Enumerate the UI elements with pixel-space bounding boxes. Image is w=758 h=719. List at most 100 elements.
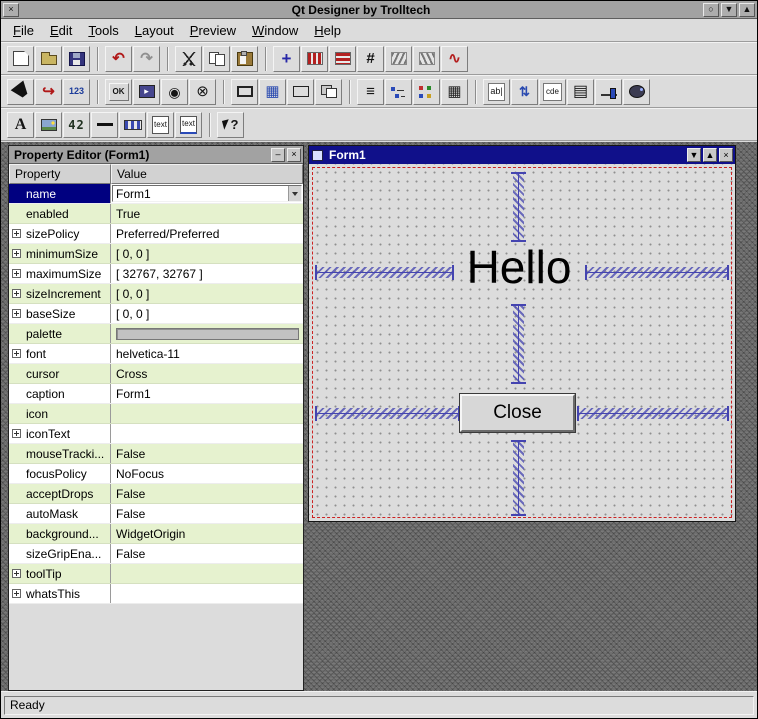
hello-label[interactable]: Hello [449, 242, 589, 293]
property-name-cell[interactable]: mouseTracki... [9, 444, 111, 463]
property-value-cell[interactable]: True [111, 204, 303, 223]
lcd-number-tool[interactable]: 42 [63, 112, 90, 138]
property-value-cell[interactable]: [ 0, 0 ] [111, 284, 303, 303]
expand-toggle-icon[interactable] [12, 229, 21, 238]
undo-button[interactable]: ↶ [105, 46, 132, 72]
spin-box-tool[interactable]: ⇅ [511, 79, 538, 105]
property-value-cell[interactable]: [ 0, 0 ] [111, 244, 303, 263]
vertical-spacer-top[interactable] [513, 172, 524, 242]
property-value-cell[interactable]: False [111, 544, 303, 563]
property-value-cell[interactable]: Preferred/Preferred [111, 224, 303, 243]
property-name-cell[interactable]: sizeGripEna... [9, 544, 111, 563]
property-name-cell[interactable]: maximumSize [9, 264, 111, 283]
property-value-cell[interactable]: Cross [111, 364, 303, 383]
vertical-spacer-middle[interactable] [513, 304, 524, 384]
property-editor-titlebar[interactable]: Property Editor (Form1) – × [9, 146, 303, 164]
form-canvas[interactable]: Hello Close [309, 164, 735, 521]
property-value-cell[interactable]: Form1 [111, 384, 303, 403]
form1-close-icon[interactable]: × [719, 148, 733, 162]
expand-toggle-icon[interactable] [12, 569, 21, 578]
property-row[interactable]: font helvetica-11 [9, 344, 303, 364]
progress-bar-tool[interactable] [119, 112, 146, 138]
radio-button-tool[interactable]: ◉ [161, 79, 188, 105]
property-row[interactable]: sizeGripEna... False [9, 544, 303, 564]
push-button-tool[interactable]: OK [105, 79, 132, 105]
property-value-cell[interactable]: [ 0, 0 ] [111, 304, 303, 323]
window-close-icon[interactable]: × [3, 3, 19, 17]
property-row[interactable]: name Form1 [9, 184, 303, 204]
pixmap-label-tool[interactable] [35, 112, 62, 138]
icon-view-tool[interactable] [413, 79, 440, 105]
property-row[interactable]: whatsThis [9, 584, 303, 604]
text-browser-tool[interactable]: text [175, 112, 202, 138]
menu-edit[interactable]: Edit [42, 20, 80, 41]
form1-titlebar[interactable]: Form1 ▼ ▲ × [309, 146, 735, 164]
property-row[interactable]: toolTip [9, 564, 303, 584]
copy-button[interactable] [203, 46, 230, 72]
slider-tool[interactable] [595, 79, 622, 105]
menu-tools[interactable]: Tools [80, 20, 126, 41]
menu-preview[interactable]: Preview [182, 20, 244, 41]
property-name-cell[interactable]: icon [9, 404, 111, 423]
cut-button[interactable] [175, 46, 202, 72]
layout-grid-button[interactable]: # [357, 46, 384, 72]
property-row[interactable]: enabled True [9, 204, 303, 224]
column-header-value[interactable]: Value [111, 164, 303, 184]
property-name-cell[interactable]: baseSize [9, 304, 111, 323]
pointer-button[interactable] [7, 79, 34, 105]
property-name-cell[interactable]: minimumSize [9, 244, 111, 263]
layout-split-vertical-button[interactable] [413, 46, 440, 72]
property-row[interactable]: baseSize [ 0, 0 ] [9, 304, 303, 324]
text-edit-tool[interactable]: ▤ [567, 79, 594, 105]
whats-this-button[interactable]: ? [217, 112, 244, 138]
property-name-cell[interactable]: caption [9, 384, 111, 403]
tool-button-tool[interactable]: ▸ [133, 79, 160, 105]
property-value-cell[interactable] [111, 404, 303, 423]
property-value-cell[interactable]: helvetica-11 [111, 344, 303, 363]
property-value-cell[interactable]: False [111, 484, 303, 503]
table-tool[interactable]: ▦ [441, 79, 468, 105]
expand-toggle-icon[interactable] [12, 249, 21, 258]
property-value-cell[interactable]: [ 32767, 32767 ] [111, 264, 303, 283]
list-view-tool[interactable] [385, 79, 412, 105]
property-name-cell[interactable]: sizeIncrement [9, 284, 111, 303]
group-box-tool[interactable] [231, 79, 258, 105]
expand-toggle-icon[interactable] [12, 429, 21, 438]
expand-toggle-icon[interactable] [12, 349, 21, 358]
property-name-cell[interactable]: toolTip [9, 564, 111, 583]
tab-order-button[interactable]: 123 [63, 79, 90, 105]
property-row[interactable]: mouseTracki... False [9, 444, 303, 464]
dropdown-arrow-icon[interactable] [288, 186, 301, 201]
expand-toggle-icon[interactable] [12, 289, 21, 298]
palette-swatch[interactable] [116, 328, 299, 340]
property-name-cell[interactable]: palette [9, 324, 111, 343]
column-header-property[interactable]: Property [9, 164, 111, 184]
save-button[interactable] [63, 46, 90, 72]
adjust-size-button[interactable]: + [273, 46, 300, 72]
vertical-spacer-bottom[interactable] [513, 440, 524, 516]
property-value-cell[interactable]: False [111, 504, 303, 523]
open-file-button[interactable] [35, 46, 62, 72]
property-row[interactable]: sizePolicy Preferred/Preferred [9, 224, 303, 244]
property-name-cell[interactable]: enabled [9, 204, 111, 223]
property-name-cell[interactable]: cursor [9, 364, 111, 383]
property-name-cell[interactable]: name [9, 184, 111, 203]
window-sticky-icon[interactable]: ○ [703, 3, 719, 17]
menu-window[interactable]: Window [244, 20, 306, 41]
check-box-tool[interactable]: ⊗ [189, 79, 216, 105]
property-row[interactable]: sizeIncrement [ 0, 0 ] [9, 284, 303, 304]
property-row[interactable]: maximumSize [ 32767, 32767 ] [9, 264, 303, 284]
line-edit-tool[interactable]: ab| [483, 79, 510, 105]
list-box-tool[interactable]: ≡ [357, 79, 384, 105]
property-row[interactable]: cursor Cross [9, 364, 303, 384]
text-label-box-tool[interactable]: text [147, 112, 174, 138]
property-name-cell[interactable]: autoMask [9, 504, 111, 523]
property-row[interactable]: icon [9, 404, 303, 424]
property-name-cell[interactable]: acceptDrops [9, 484, 111, 503]
property-name-cell[interactable]: background... [9, 524, 111, 543]
menu-layout[interactable]: Layout [127, 20, 182, 41]
property-row[interactable]: autoMask False [9, 504, 303, 524]
property-value-cell[interactable]: WidgetOrigin [111, 524, 303, 543]
redo-button[interactable]: ↷ [133, 46, 160, 72]
property-name-cell[interactable]: sizePolicy [9, 224, 111, 243]
